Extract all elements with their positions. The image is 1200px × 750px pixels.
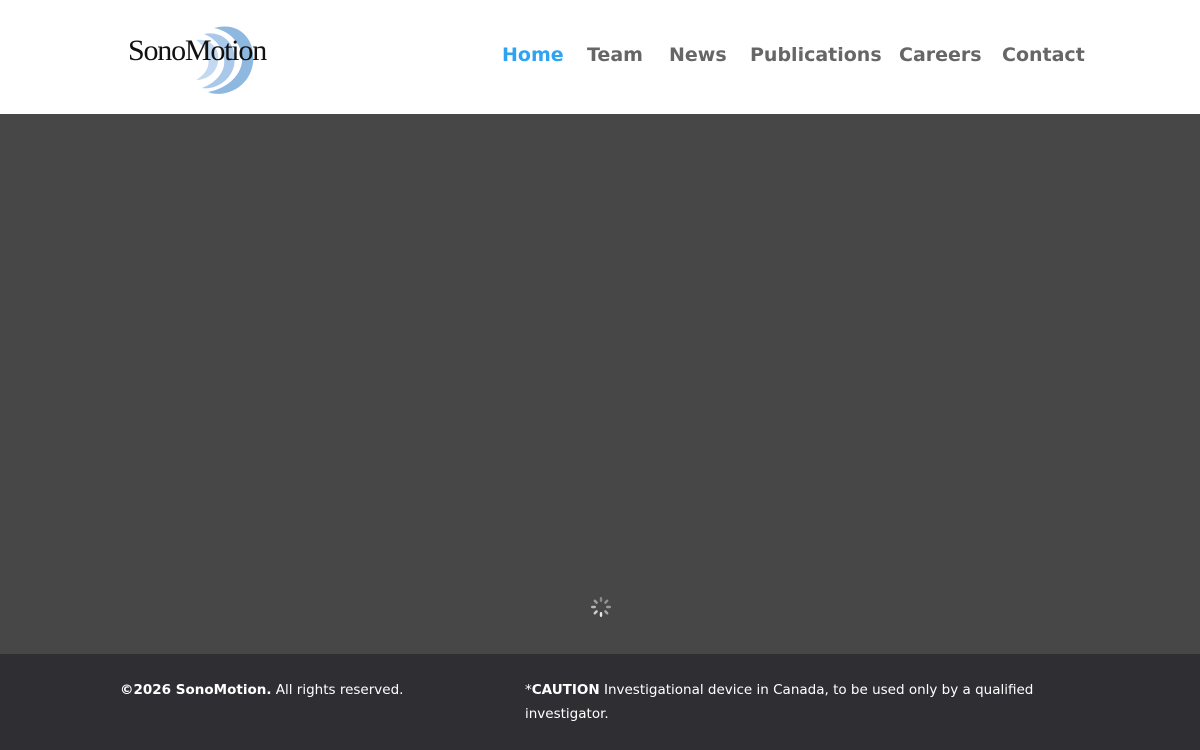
- nav-item-home[interactable]: Home: [502, 44, 564, 66]
- caution-strong: CAUTION: [531, 682, 600, 698]
- logo-wordmark: SonoMotion: [128, 34, 267, 67]
- nav-item-careers[interactable]: Careers: [899, 44, 982, 66]
- site-footer: ©2026 SonoMotion. All rights reserved. *…: [0, 654, 1200, 750]
- logo-link[interactable]: SonoMotion: [126, 16, 286, 96]
- nav-item-team[interactable]: Team: [587, 44, 643, 66]
- nav-item-contact[interactable]: Contact: [1002, 44, 1085, 66]
- copyright-strong: ©2026 SonoMotion.: [120, 682, 272, 698]
- site-header: SonoMotion Home Team News Publications C…: [0, 0, 1200, 114]
- nav-item-publications[interactable]: Publications: [750, 44, 882, 66]
- hero-slider: [0, 114, 1200, 654]
- copyright-rest: All rights reserved.: [271, 682, 404, 698]
- copyright-text: ©2026 SonoMotion. All rights reserved.: [120, 681, 403, 699]
- caution-prefix: *: [525, 682, 532, 698]
- spinner-icon: [590, 596, 612, 618]
- nav-item-news[interactable]: News: [669, 44, 727, 66]
- caution-text: Investigational device in Canada, to be …: [525, 682, 1034, 722]
- caution-notice: *CAUTION Investigational device in Canad…: [525, 678, 1065, 726]
